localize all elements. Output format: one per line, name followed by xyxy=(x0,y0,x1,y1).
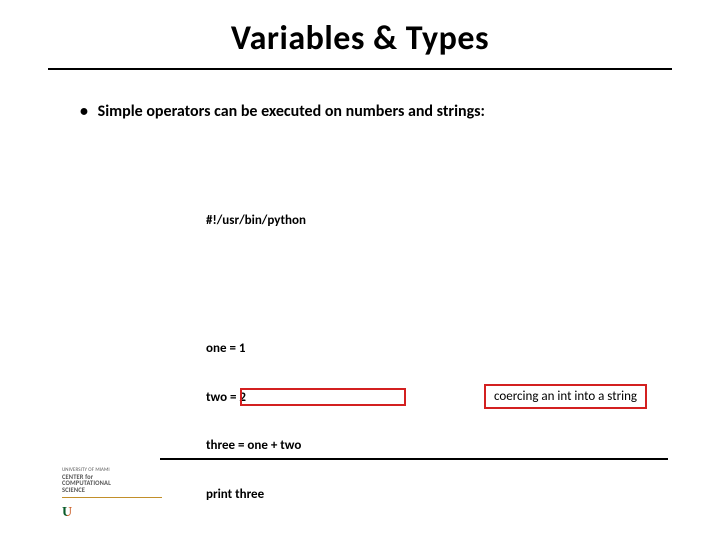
bullet-dot-icon: • xyxy=(80,102,94,121)
callout-text: coercing an int into a string xyxy=(494,389,637,404)
code-highlight-box xyxy=(240,388,406,406)
code-line: print three xyxy=(206,487,374,503)
miami-u-logo-icon: U xyxy=(62,502,78,514)
code-line: three = one + two xyxy=(206,438,374,454)
title-underline xyxy=(48,68,672,70)
footer-rule xyxy=(160,458,668,460)
footer-institution: UNIVERSITY OF MIAMI CENTER for COMPUTATI… xyxy=(62,468,162,498)
code-line: one = 1 xyxy=(206,341,374,357)
bullet-text: Simple operators can be executed on numb… xyxy=(98,102,485,121)
footer-logo-block: UNIVERSITY OF MIAMI CENTER for COMPUTATI… xyxy=(62,468,162,514)
callout-box: coercing an int into a string xyxy=(484,384,647,409)
bullet-line: • Simple operators can be executed on nu… xyxy=(80,102,485,121)
u-glyph: U xyxy=(62,507,72,519)
code-block: #!/usr/bin/python one = 1 two = 2 three … xyxy=(206,148,374,540)
footer-l4: SCIENCE xyxy=(62,487,162,494)
slide: Variables & Types • Simple operators can… xyxy=(0,0,720,540)
slide-title: Variables & Types xyxy=(0,18,720,59)
code-shebang: #!/usr/bin/python xyxy=(206,213,374,229)
